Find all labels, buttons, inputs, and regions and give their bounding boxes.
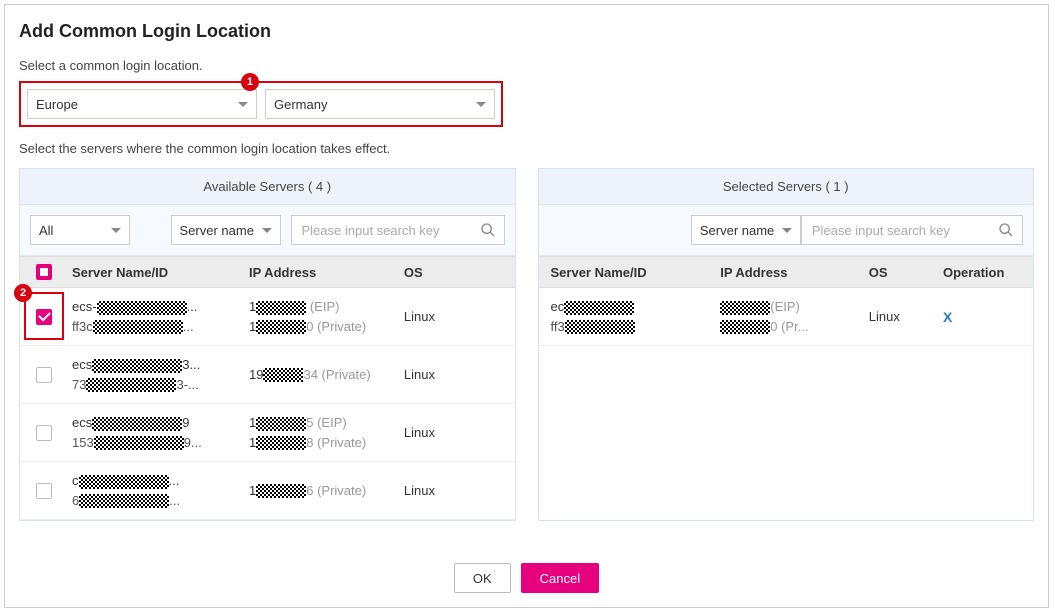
redacted-text xyxy=(256,484,306,498)
instruction-select-location: Select a common login location. xyxy=(19,58,1034,73)
redacted-text xyxy=(97,301,187,315)
redacted-text xyxy=(256,417,306,431)
chevron-down-icon xyxy=(111,228,121,233)
col-operation: Operation xyxy=(943,265,1033,280)
redacted-text xyxy=(256,436,306,450)
redacted-text xyxy=(256,320,306,334)
col-os: OS xyxy=(869,265,943,280)
table-row[interactable]: c... 6... 16 (Private) Linux xyxy=(20,462,515,520)
redacted-text xyxy=(79,475,169,489)
selected-search-input[interactable] xyxy=(810,222,998,239)
redacted-text xyxy=(720,301,770,315)
dialog-add-common-login-location: Add Common Login Location Select a commo… xyxy=(4,4,1049,608)
remove-button[interactable]: X xyxy=(943,309,952,325)
country-select[interactable]: Germany xyxy=(265,89,495,119)
location-dropdown-group: 1 Europe Germany xyxy=(19,81,503,127)
chevron-down-icon xyxy=(476,102,486,107)
ok-button[interactable]: OK xyxy=(454,563,511,593)
redacted-text xyxy=(93,320,183,334)
redacted-text xyxy=(263,368,303,382)
redacted-text xyxy=(79,494,169,508)
col-server-name: Server Name/ID xyxy=(68,265,249,280)
cancel-button[interactable]: Cancel xyxy=(521,563,599,593)
table-row[interactable]: ec ff3 (EIP) 0 (Pr... Linux X xyxy=(539,288,1034,346)
selected-table-header: Server Name/ID IP Address OS Operation xyxy=(539,256,1034,288)
instruction-select-servers: Select the servers where the common logi… xyxy=(19,141,1034,156)
table-row[interactable]: 2 ecs-... ff3c... 1 (EIP) 10 (Private) L… xyxy=(20,288,515,346)
region-select-value: Europe xyxy=(36,97,78,112)
dialog-footer: OK Cancel xyxy=(5,563,1048,593)
row-checkbox[interactable] xyxy=(36,483,52,499)
col-ip-address: IP Address xyxy=(720,265,869,280)
available-servers-header: Available Servers ( 4 ) xyxy=(20,169,515,205)
available-filter-scope-select[interactable]: All xyxy=(30,215,130,245)
redacted-text xyxy=(720,320,770,334)
redacted-text xyxy=(94,436,184,450)
available-servers-panel: Available Servers ( 4 ) All Server name xyxy=(19,168,516,521)
col-server-name: Server Name/ID xyxy=(539,265,721,280)
search-icon[interactable] xyxy=(480,222,496,238)
redacted-text xyxy=(565,320,635,334)
selected-servers-header: Selected Servers ( 1 ) xyxy=(539,169,1034,205)
row-checkbox[interactable] xyxy=(36,367,52,383)
available-search-input[interactable] xyxy=(300,222,480,239)
available-table-header: Server Name/ID IP Address OS xyxy=(20,256,515,288)
selected-filter-type-select[interactable]: Server name xyxy=(691,215,801,245)
chevron-down-icon xyxy=(782,228,792,233)
table-row[interactable]: ecs9 1539... 15 (EIP) 18 (Private) Linux xyxy=(20,404,515,462)
region-select[interactable]: Europe xyxy=(27,89,257,119)
redacted-text xyxy=(564,301,634,315)
chevron-down-icon xyxy=(262,228,272,233)
redacted-text xyxy=(92,417,182,431)
selected-servers-panel: Selected Servers ( 1 ) Server name Serve… xyxy=(538,168,1035,521)
callout-1: 1 xyxy=(241,73,259,91)
col-ip-address: IP Address xyxy=(249,265,404,280)
select-all-checkbox[interactable] xyxy=(36,264,52,280)
country-select-value: Germany xyxy=(274,97,327,112)
redacted-text xyxy=(92,359,182,373)
table-row[interactable]: ecs3... 733-... 1934 (Private) Linux xyxy=(20,346,515,404)
search-icon[interactable] xyxy=(998,222,1014,238)
redacted-text xyxy=(86,378,176,392)
dialog-title: Add Common Login Location xyxy=(19,21,1034,42)
row-checkbox[interactable] xyxy=(36,425,52,441)
callout-2: 2 xyxy=(14,284,32,302)
available-filter-type-select[interactable]: Server name xyxy=(171,215,281,245)
chevron-down-icon xyxy=(238,102,248,107)
col-os: OS xyxy=(404,265,515,280)
redacted-text xyxy=(256,301,306,315)
